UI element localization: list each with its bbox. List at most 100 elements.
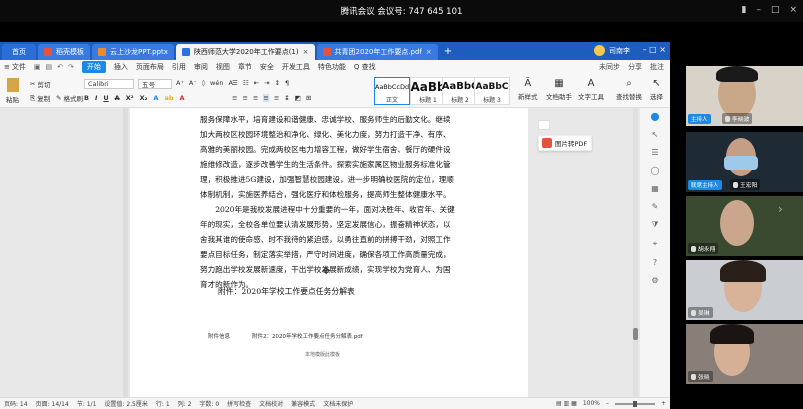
- border-icon[interactable]: ⊞: [306, 94, 311, 102]
- close-icon[interactable]: ×: [789, 5, 797, 15]
- format-painter-button[interactable]: ✎ 格式刷: [56, 93, 83, 103]
- tab-home[interactable]: 首页: [2, 44, 36, 60]
- print-icon[interactable]: ▤: [46, 63, 53, 71]
- zoom-in-icon[interactable]: +: [661, 400, 666, 407]
- spell-check[interactable]: 拼写检查: [227, 399, 251, 408]
- paste-button[interactable]: 粘贴: [6, 78, 19, 104]
- align-center-icon[interactable]: ≡: [242, 94, 247, 102]
- underline-icon[interactable]: U: [103, 94, 108, 102]
- gear-icon[interactable]: ⚙: [651, 276, 658, 285]
- show-marks-icon[interactable]: ¶: [285, 79, 289, 87]
- paragraph-1[interactable]: 服务保障水平，培育建设和谐健康、忠诚学校、服务师生的后勤文化。继续加大两校区校园…: [200, 112, 458, 202]
- video-tile-5[interactable]: 张晓: [686, 324, 803, 384]
- decrease-indent-icon[interactable]: ⇤: [254, 79, 259, 87]
- minimize-icon[interactable]: –: [756, 5, 761, 15]
- proofread[interactable]: 文档校对: [259, 399, 283, 408]
- menu-features[interactable]: 特色功能: [318, 62, 346, 72]
- menu-layout[interactable]: 页面布局: [136, 62, 164, 72]
- shading-icon[interactable]: ◩: [295, 94, 301, 102]
- italic-icon[interactable]: I: [95, 94, 97, 102]
- font-select[interactable]: Calibri: [84, 79, 134, 89]
- style-icon[interactable]: ☰: [651, 148, 658, 157]
- menu-file[interactable]: ≡ 文件: [4, 62, 26, 72]
- tools-icon[interactable]: ✎: [652, 202, 659, 211]
- menu-review[interactable]: 审阅: [194, 62, 208, 72]
- video-tile-2[interactable]: 联席主持人 王宏阳: [686, 132, 803, 192]
- shrink-font-icon[interactable]: A⁻: [189, 79, 197, 87]
- sort-icon[interactable]: ↕: [275, 79, 280, 87]
- video-tile-1[interactable]: 主持人 李晓波: [686, 66, 803, 126]
- tab-pdf[interactable]: 共青团2020年工作要点.pdf ×: [316, 44, 438, 60]
- new-style-button[interactable]: Ā 新样式: [518, 78, 538, 101]
- bullet-list-icon[interactable]: ☰: [232, 79, 238, 87]
- mini-toolbar-icon[interactable]: [538, 120, 550, 130]
- highlight-icon[interactable]: A: [153, 94, 158, 102]
- menu-home[interactable]: 开始: [81, 61, 106, 73]
- new-tab-icon[interactable]: +: [444, 46, 452, 57]
- scroll-thumb[interactable]: [633, 328, 638, 340]
- grow-font-icon[interactable]: A⁺: [176, 79, 184, 87]
- tab-pptx[interactable]: 云上沙龙PPT.pptx: [92, 44, 174, 60]
- undo-icon[interactable]: ↶: [57, 63, 63, 71]
- zoom-level[interactable]: 100%: [583, 400, 600, 407]
- bold-icon[interactable]: B: [84, 94, 89, 102]
- sync-status[interactable]: 未同步: [599, 62, 620, 72]
- pinyin-icon[interactable]: wén: [210, 79, 223, 87]
- document-page[interactable]: 服务保障水平，培育建设和谐健康、忠诚学校、服务师生的后勤文化。继续加大两校区校园…: [130, 108, 528, 397]
- style-heading-1[interactable]: AaBb 标题 1: [410, 77, 446, 105]
- comment-button[interactable]: 批注: [650, 62, 664, 72]
- doc-assist-button[interactable]: ▦ 文档助手: [546, 78, 572, 101]
- distribute-icon[interactable]: ≡: [274, 94, 279, 102]
- line-spacing-icon[interactable]: ↨: [284, 94, 289, 102]
- grid-icon[interactable]: ▦: [651, 184, 659, 193]
- menu-references[interactable]: 引用: [172, 62, 186, 72]
- copy-button[interactable]: ⎘ 复制: [30, 93, 50, 104]
- vertical-scrollbar[interactable]: [633, 108, 638, 397]
- cut-button[interactable]: ✂ 剪切: [30, 79, 50, 89]
- menu-chapter[interactable]: 章节: [238, 62, 252, 72]
- tab-docer[interactable]: 稻壳模板: [38, 44, 90, 60]
- save-icon[interactable]: ▣: [34, 63, 41, 71]
- text-tool-button[interactable]: A 文字工具: [578, 78, 604, 101]
- menu-insert[interactable]: 插入: [114, 62, 128, 72]
- share-button[interactable]: 分享: [628, 62, 642, 72]
- select-button[interactable]: ↖ 选择: [650, 78, 663, 101]
- maximize-icon[interactable]: □: [771, 5, 780, 15]
- menu-developer[interactable]: 开发工具: [282, 62, 310, 72]
- clear-format-icon[interactable]: ◊: [202, 79, 205, 87]
- superscript-icon[interactable]: X²: [126, 94, 134, 102]
- size-select[interactable]: 五号: [138, 79, 172, 89]
- font-color-icon[interactable]: A: [180, 94, 185, 102]
- align-right-icon[interactable]: ≡: [253, 94, 258, 102]
- video-tile-4[interactable]: 吴琳: [686, 260, 803, 320]
- close-icon[interactable]: ×: [426, 48, 432, 56]
- chevron-right-icon[interactable]: ›: [778, 202, 783, 216]
- increase-indent-icon[interactable]: ⇥: [264, 79, 269, 87]
- style-normal[interactable]: AaBbCcDd 正文: [374, 77, 410, 105]
- map-icon[interactable]: ⌖: [653, 239, 658, 249]
- align-left-icon[interactable]: ≡: [232, 94, 237, 102]
- menu-security[interactable]: 安全: [260, 62, 274, 72]
- cursor-icon[interactable]: ↖: [652, 130, 659, 139]
- strikethrough-icon[interactable]: A: [115, 94, 120, 102]
- app-window-controls[interactable]: – □ ×: [643, 45, 666, 54]
- close-icon[interactable]: ×: [303, 48, 309, 56]
- menu-search[interactable]: Q 查找: [354, 62, 376, 72]
- subscript-icon[interactable]: X₂: [140, 94, 148, 102]
- attachment-line[interactable]: 附件：2020年学校工作要点任务分解表: [218, 286, 355, 297]
- menu-view[interactable]: 视图: [216, 62, 230, 72]
- word-count[interactable]: 字数: 0: [199, 399, 219, 408]
- text-highlight-icon[interactable]: ab: [164, 94, 173, 102]
- zoom-out-icon[interactable]: –: [606, 400, 609, 407]
- style-heading-2[interactable]: AaBbC 标题 2: [442, 77, 478, 105]
- numbered-list-icon[interactable]: ☷: [243, 79, 249, 87]
- view-mode-icon[interactable]: ▤ ▥ ▦: [556, 400, 577, 407]
- shape-icon[interactable]: ◯: [651, 166, 660, 175]
- filter-icon[interactable]: ⧩: [651, 220, 658, 230]
- style-heading-3[interactable]: AaBbC 标题 3: [474, 77, 510, 105]
- location-icon[interactable]: ⬤: [651, 112, 660, 121]
- zoom-slider[interactable]: [614, 400, 655, 407]
- tab-active-doc[interactable]: 陕西师范大学2020年工作要点(1) ×: [175, 44, 315, 60]
- document-body[interactable]: 服务保障水平，培育建设和谐健康、忠诚学校、服务师生的后勤文化。继续加大两校区校园…: [200, 112, 458, 292]
- help-icon[interactable]: ?: [653, 258, 657, 267]
